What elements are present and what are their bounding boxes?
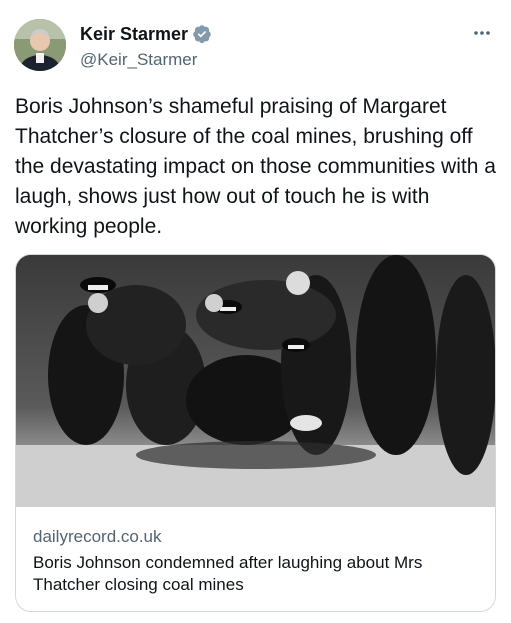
link-card-meta: dailyrecord.co.uk Boris Johnson condemne…	[33, 526, 483, 596]
tweet: Keir Starmer @Keir_Starmer Boris Johnson…	[0, 0, 511, 623]
avatar[interactable]	[14, 19, 66, 71]
tweet-text: Boris Johnson’s shameful praising of Mar…	[15, 95, 502, 238]
news-photo-icon	[16, 255, 495, 507]
author-handle[interactable]: @Keir_Starmer	[80, 49, 197, 71]
link-card-domain: dailyrecord.co.uk	[33, 527, 162, 546]
display-name[interactable]: Keir Starmer	[80, 23, 188, 45]
link-card-image[interactable]	[16, 255, 495, 507]
link-card-title[interactable]: Boris Johnson condemned after laughing a…	[33, 552, 483, 596]
author-name-row: Keir Starmer	[80, 23, 212, 45]
verified-badge-icon[interactable]	[192, 24, 212, 44]
ellipsis-icon	[474, 31, 490, 35]
link-card[interactable]: dailyrecord.co.uk Boris Johnson condemne…	[15, 254, 496, 612]
profile-photo-icon	[14, 19, 66, 71]
more-options-button[interactable]	[471, 22, 493, 44]
